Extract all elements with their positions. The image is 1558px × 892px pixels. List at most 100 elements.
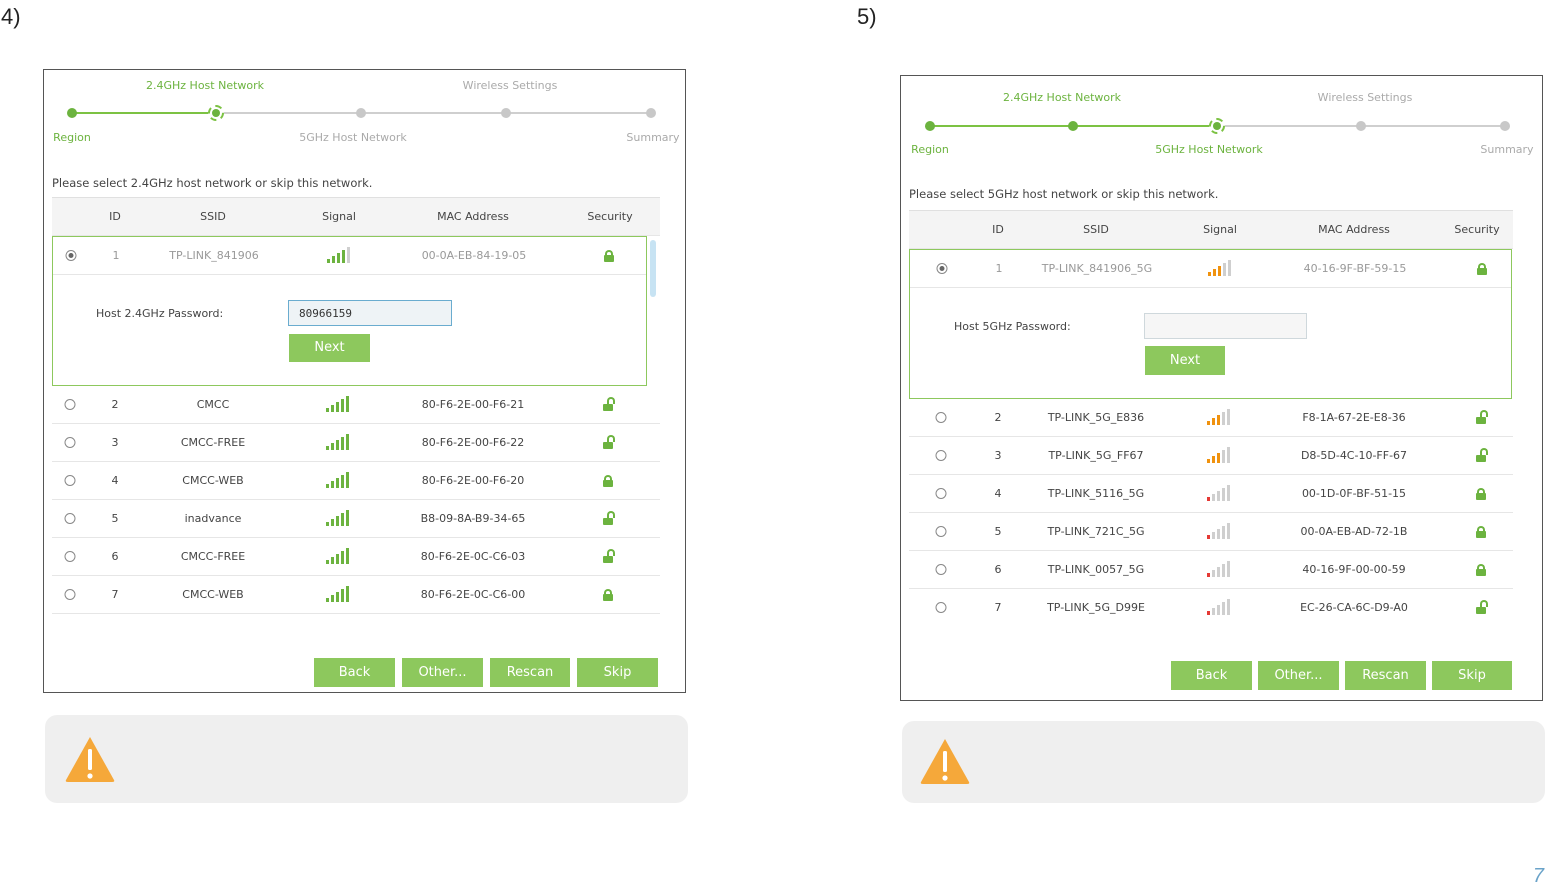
radio-icon[interactable] — [64, 589, 76, 600]
table-row[interactable]: 2 TP-LINK_5G_E836 F8-1A-67-2E-E8-36 — [909, 399, 1513, 437]
signal-bar — [1217, 453, 1220, 463]
signal-bar — [1227, 409, 1230, 425]
cell-id: 4 — [111, 474, 119, 487]
table-row-selected[interactable]: 1 TP-LINK_841906_5G 40-16-9F-BF-59-15 — [910, 250, 1511, 288]
signal-bar — [1212, 418, 1215, 425]
signal-icon — [327, 245, 353, 263]
table-row[interactable]: 2 CMCC 80-F6-2E-00-F6-21 — [52, 386, 660, 424]
signal-bar — [331, 595, 334, 602]
cell-ssid: TP-LINK_5G_FF67 — [1048, 449, 1144, 462]
skip-button[interactable]: Skip — [1432, 661, 1512, 690]
cell-id: 6 — [111, 550, 119, 563]
radio-icon[interactable] — [64, 399, 76, 410]
signal-bar — [1227, 523, 1230, 539]
wizard-step-wireless-settings: Wireless Settings — [1317, 91, 1413, 104]
radio-icon[interactable] — [936, 263, 948, 274]
wizard-step-5g-host: 5GHz Host Network — [1155, 143, 1263, 156]
radio-icon[interactable] — [935, 526, 947, 537]
table-row[interactable]: 4 CMCC-WEB 80-F6-2E-00-F6-20 — [52, 462, 660, 500]
table-row[interactable]: 6 TP-LINK_0057_5G 40-16-9F-00-00-59 — [909, 551, 1513, 589]
signal-bar — [336, 592, 339, 602]
unlock-icon — [1476, 448, 1488, 462]
signal-bar — [347, 247, 350, 263]
table-row[interactable]: 3 TP-LINK_5G_FF67 D8-5D-4C-10-FF-67 — [909, 437, 1513, 475]
wizard-dot-region — [67, 108, 77, 118]
radio-icon[interactable] — [935, 488, 947, 499]
cell-id: 2 — [111, 398, 119, 411]
cell-ssid: TP-LINK_841906 — [169, 249, 259, 262]
table-scrollbar[interactable] — [650, 240, 656, 297]
warning-icon — [65, 737, 115, 782]
table-row[interactable]: 7 CMCC-WEB 80-F6-2E-0C-C6-00 — [52, 576, 660, 614]
next-button[interactable]: Next — [289, 334, 370, 362]
signal-bar — [1207, 611, 1210, 615]
warning-box-left — [45, 715, 688, 803]
cell-ssid: TP-LINK_5116_5G — [1047, 487, 1145, 500]
step-label-4: 4) — [1, 4, 21, 29]
cell-mac: 00-1D-0F-BF-51-15 — [1301, 487, 1407, 500]
radio-icon[interactable] — [935, 564, 947, 575]
cell-id: 1 — [995, 262, 1003, 275]
signal-icon — [1207, 559, 1233, 577]
radio-icon[interactable] — [935, 602, 947, 613]
radio-icon[interactable] — [64, 513, 76, 524]
table-row[interactable]: 5 TP-LINK_721C_5G 00-0A-EB-AD-72-1B — [909, 513, 1513, 551]
selected-network-panel: 1 TP-LINK_841906_5G 40-16-9F-BF-59-15 Ho… — [909, 249, 1512, 399]
table-row[interactable]: 4 TP-LINK_5116_5G 00-1D-0F-BF-51-15 — [909, 475, 1513, 513]
signal-bar — [346, 434, 349, 450]
rescan-button[interactable]: Rescan — [1345, 661, 1426, 690]
warning-icon — [920, 739, 970, 784]
col-id: ID — [109, 210, 121, 223]
cell-ssid: CMCC — [196, 398, 230, 411]
cell-id: 5 — [111, 512, 119, 525]
signal-bar — [1227, 599, 1230, 615]
radio-icon[interactable] — [64, 437, 76, 448]
signal-bar — [346, 548, 349, 564]
signal-icon — [326, 470, 352, 488]
signal-bar — [1222, 564, 1225, 577]
table-row-selected[interactable]: 1 TP-LINK_841906 00-0A-EB-84-19-05 — [53, 237, 646, 275]
other-button[interactable]: Other... — [1258, 661, 1339, 690]
wizard-step-2g-host: 2.4GHz Host Network — [1002, 91, 1122, 104]
password-label: Host 2.4GHz Password: — [96, 307, 224, 320]
password-input[interactable]: 80966159 — [288, 300, 452, 326]
cell-mac: 80-F6-2E-00-F6-22 — [421, 436, 525, 449]
signal-bar — [346, 510, 349, 526]
cell-ssid: CMCC-WEB — [182, 474, 244, 487]
signal-bar — [326, 446, 329, 450]
signal-bar — [1222, 488, 1225, 501]
table-row[interactable]: 7 TP-LINK_5G_D99E EC-26-CA-6C-D9-A0 — [909, 589, 1513, 625]
radio-icon[interactable] — [935, 412, 947, 423]
table-row[interactable]: 3 CMCC-FREE 80-F6-2E-00-F6-22 — [52, 424, 660, 462]
network-table: ID SSID Signal MAC Address Security 1 TP… — [909, 210, 1513, 625]
table-row[interactable]: 5 inadvance B8-09-8A-B9-34-65 — [52, 500, 660, 538]
signal-bar — [1227, 561, 1230, 577]
radio-icon[interactable] — [64, 475, 76, 486]
selected-network-panel: 1 TP-LINK_841906 00-0A-EB-84-19-05 Host … — [52, 236, 647, 386]
col-security: Security — [1454, 223, 1500, 236]
signal-icon — [326, 432, 352, 450]
back-button[interactable]: Back — [314, 658, 395, 687]
signal-bar — [1222, 450, 1225, 463]
signal-icon — [326, 394, 352, 412]
other-button[interactable]: Other... — [402, 658, 483, 687]
instruction-text: Please select 2.4GHz host network or ski… — [52, 176, 373, 190]
next-button[interactable]: Next — [1145, 346, 1225, 375]
table-row[interactable]: 6 CMCC-FREE 80-F6-2E-0C-C6-03 — [52, 538, 660, 576]
radio-icon[interactable] — [65, 250, 77, 261]
signal-icon — [326, 546, 352, 564]
radio-icon[interactable] — [64, 551, 76, 562]
rescan-button[interactable]: Rescan — [490, 658, 570, 687]
skip-button[interactable]: Skip — [577, 658, 658, 687]
signal-icon — [1207, 483, 1233, 501]
col-id: ID — [992, 223, 1004, 236]
signal-bar — [1213, 269, 1216, 276]
back-button[interactable]: Back — [1171, 661, 1252, 690]
col-signal: Signal — [1203, 223, 1237, 236]
signal-bar — [1207, 497, 1210, 501]
wizard-progress: 2.4GHz Host Network Wireless Settings Re… — [901, 76, 1542, 176]
password-input[interactable] — [1144, 313, 1307, 339]
signal-bar — [341, 513, 344, 526]
radio-icon[interactable] — [935, 450, 947, 461]
signal-bar — [327, 259, 330, 263]
